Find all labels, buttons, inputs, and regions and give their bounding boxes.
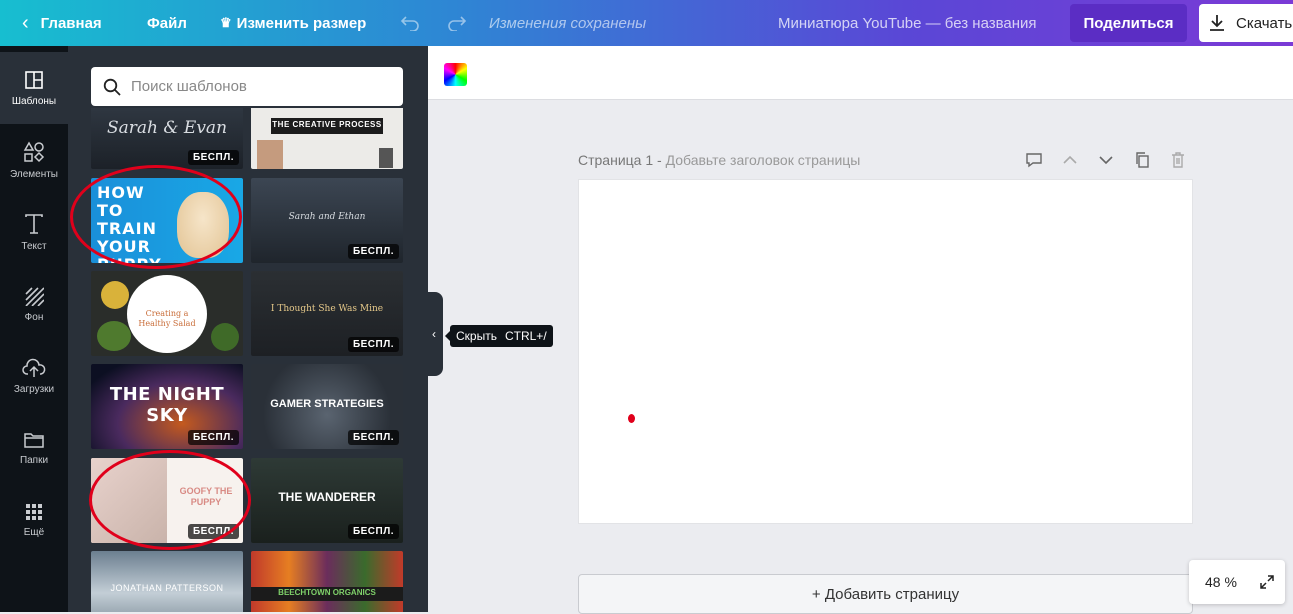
template-thumb[interactable]: GAMER STRATEGIES БЕСПЛ. xyxy=(251,364,403,449)
zoom-level: 48 % xyxy=(1205,574,1237,590)
template-thumb[interactable]: THE NIGHT SKY БЕСПЛ. xyxy=(91,364,243,449)
chevron-down-icon xyxy=(1099,156,1113,165)
nav-item-uploads[interactable]: Загрузки xyxy=(0,340,68,412)
search-input[interactable] xyxy=(131,78,381,95)
free-badge: БЕСПЛ. xyxy=(347,430,399,445)
search-box[interactable] xyxy=(91,67,403,106)
home-label: Главная xyxy=(40,14,102,32)
template-title: GAMER STRATEGIES xyxy=(270,398,384,410)
nav-label: Шаблоны xyxy=(11,95,57,107)
nav-label: Текст xyxy=(21,240,47,252)
page-title-input[interactable]: Добавьте заголовок страницы xyxy=(666,152,861,168)
annotation-ellipse xyxy=(89,450,251,550)
chevron-left-icon: ‹ xyxy=(22,11,29,34)
template-title: THE CREATIVE PROCESS xyxy=(272,120,382,129)
template-thumb[interactable]: THE CREATIVE PROCESS xyxy=(251,108,403,169)
free-badge: БЕСПЛ. xyxy=(347,337,399,352)
template-title: THE NIGHT SKY xyxy=(109,384,225,426)
nav-item-background[interactable]: Фон xyxy=(0,268,68,340)
comment-button[interactable] xyxy=(1024,150,1044,170)
chevron-up-icon xyxy=(1063,155,1077,164)
page-title: Страница 1 - Добавьте заголовок страницы xyxy=(578,152,860,168)
chevron-left-icon: ‹ xyxy=(432,327,436,341)
templates-icon xyxy=(25,70,43,89)
tooltip-shortcut: CTRL+/ xyxy=(504,329,547,343)
top-bar: ‹ Главная Файл ♛ Изменить размер Изменен… xyxy=(0,0,1293,46)
page-tools xyxy=(1024,150,1188,170)
tooltip-label: Скрыть xyxy=(456,329,497,343)
redo-icon xyxy=(448,16,467,31)
template-thumb[interactable]: THE WANDERER БЕСПЛ. xyxy=(251,458,403,543)
background-icon xyxy=(25,286,44,306)
resize-button[interactable]: ♛ Изменить размер xyxy=(220,0,366,46)
annotation-ellipse xyxy=(70,165,242,269)
free-badge: БЕСПЛ. xyxy=(347,524,399,539)
nav-item-folders[interactable]: Папки xyxy=(0,412,68,484)
search-icon xyxy=(103,78,121,96)
crown-icon: ♛ xyxy=(220,15,232,30)
home-button[interactable]: ‹ Главная xyxy=(22,0,102,46)
free-badge: БЕСПЛ. xyxy=(187,150,239,165)
template-thumb[interactable]: Sarah and Ethan БЕСПЛ. xyxy=(251,178,403,263)
expand-icon[interactable] xyxy=(1259,574,1275,590)
design-canvas[interactable] xyxy=(578,179,1193,524)
template-title: BEECHTOWN ORGANICS xyxy=(278,588,376,597)
copy-icon xyxy=(1136,152,1149,168)
folder-icon xyxy=(24,432,44,448)
share-button[interactable]: Поделиться xyxy=(1070,4,1187,42)
nav-label: Ещё xyxy=(23,526,45,538)
zoom-control[interactable]: 48 % xyxy=(1189,560,1285,604)
nav-label: Фон xyxy=(24,311,44,323)
nav-item-templates[interactable]: Шаблоны xyxy=(0,52,68,124)
redo-button[interactable] xyxy=(447,0,467,46)
download-button[interactable]: Скачать xyxy=(1199,4,1293,42)
cursor-marker xyxy=(628,414,635,423)
template-thumb[interactable]: BEECHTOWN ORGANICS xyxy=(251,551,403,612)
template-thumb[interactable]: Sarah & Evan БЕСПЛ. xyxy=(91,108,243,169)
collapse-tooltip: Скрыть CTRL+/ xyxy=(445,325,553,347)
template-thumb[interactable]: I Thought She Was Mine БЕСПЛ. xyxy=(251,271,403,356)
color-picker-icon[interactable] xyxy=(444,63,467,86)
undo-icon xyxy=(400,16,419,31)
download-icon xyxy=(1210,15,1224,31)
trash-icon xyxy=(1172,152,1184,168)
nav-item-elements[interactable]: Элементы xyxy=(0,124,68,196)
download-label: Скачать xyxy=(1236,14,1293,32)
comment-icon xyxy=(1026,153,1042,168)
nav-label: Загрузки xyxy=(13,383,55,395)
nav-item-more[interactable]: Ещё xyxy=(0,484,68,556)
add-page-button[interactable]: + Добавить страницу xyxy=(578,574,1193,614)
more-icon xyxy=(26,503,42,520)
delete-page-button[interactable] xyxy=(1168,150,1188,170)
template-title: Creating a Healthy Salad xyxy=(138,309,196,328)
template-title: Sarah & Evan xyxy=(106,118,228,138)
move-down-button[interactable] xyxy=(1096,150,1116,170)
template-title: Sarah and Ethan xyxy=(288,212,366,222)
resize-label: Изменить размер xyxy=(236,14,367,32)
move-up-button[interactable] xyxy=(1060,150,1080,170)
nav-label: Папки xyxy=(19,454,49,466)
side-nav: Шаблоны Элементы Текст Фон Загрузки Папк… xyxy=(0,46,68,612)
document-title[interactable]: Миниатюра YouTube — без названия xyxy=(778,0,1037,46)
page-number-label: Страница 1 - xyxy=(578,152,662,168)
free-badge: БЕСПЛ. xyxy=(347,244,399,259)
save-status: Изменения сохранены xyxy=(489,14,647,32)
elements-icon xyxy=(23,140,45,162)
collapse-panel-button[interactable]: ‹ xyxy=(425,292,443,376)
template-thumb[interactable]: Creating a Healthy Salad xyxy=(91,271,243,356)
uploads-icon xyxy=(22,358,46,377)
template-thumb[interactable]: JONATHAN PATTERSON xyxy=(91,551,243,612)
free-badge: БЕСПЛ. xyxy=(187,430,239,445)
duplicate-page-button[interactable] xyxy=(1132,150,1152,170)
undo-button[interactable] xyxy=(400,0,420,46)
template-title: THE WANDERER xyxy=(278,490,376,504)
text-icon xyxy=(25,213,43,234)
template-title: JONATHAN PATTERSON xyxy=(110,583,224,593)
nav-label: Элементы xyxy=(10,168,58,180)
template-title: I Thought She Was Mine xyxy=(270,304,384,314)
editor-toolbar xyxy=(428,46,1293,100)
file-menu[interactable]: Файл xyxy=(147,0,187,46)
nav-item-text[interactable]: Текст xyxy=(0,196,68,268)
